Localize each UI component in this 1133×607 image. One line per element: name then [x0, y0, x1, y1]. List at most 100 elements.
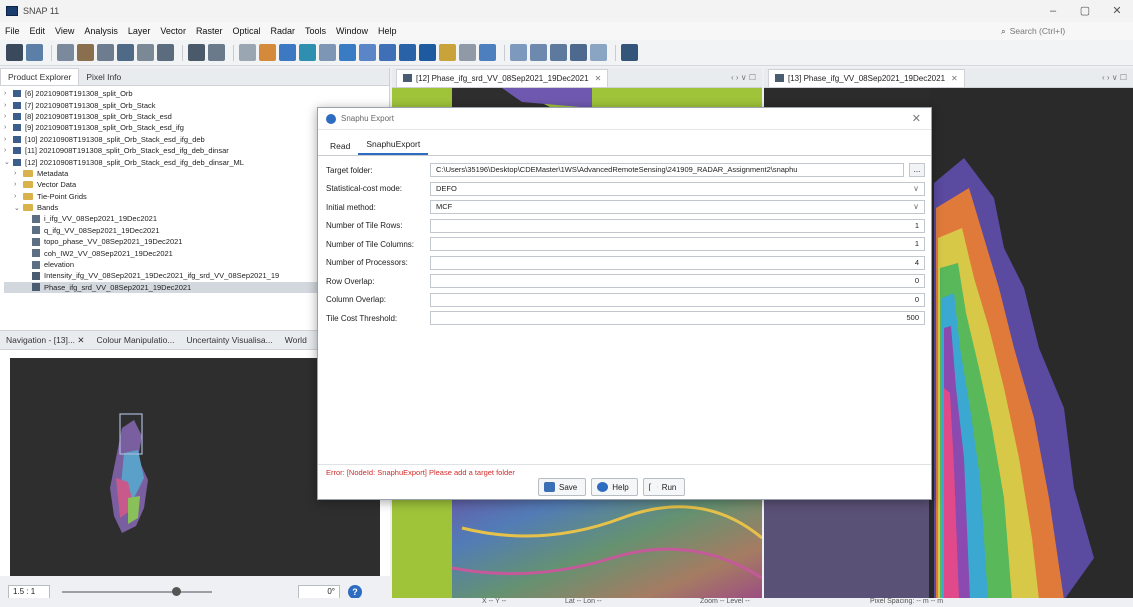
tile-horizontal-icon[interactable] [510, 44, 527, 61]
target-folder-field[interactable]: C:\Users\35196\Desktop\CDEMaster\1WS\Adv… [430, 163, 904, 178]
polygon-tool-icon[interactable] [359, 44, 376, 61]
menu-help[interactable]: Help [373, 26, 402, 36]
tile-single-icon[interactable] [570, 44, 587, 61]
gcp-icon[interactable] [188, 44, 205, 61]
tab-colour-manipulation[interactable]: Colour Manipulatio... [90, 332, 180, 348]
profile-plot-icon[interactable] [157, 44, 174, 61]
histogram-icon[interactable] [117, 44, 134, 61]
tile-columns-label: Number of Tile Columns: [326, 239, 415, 249]
pan-tool-icon[interactable] [259, 44, 276, 61]
search-input[interactable]: ⌕ Search (Ctrl+I) [1001, 24, 1121, 38]
minimize-button[interactable]: – [1037, 0, 1069, 22]
float-window-icon[interactable] [590, 44, 607, 61]
tab-uncertainty-visualisation[interactable]: Uncertainty Visualisa... [180, 332, 278, 348]
initial-method-select[interactable]: MCF ∨ [430, 200, 925, 215]
rotation-angle-field[interactable]: 0° [298, 584, 340, 599]
view-nav-controls[interactable]: ‹ › ∨ ☐ [1102, 73, 1127, 82]
tab-read[interactable]: Read [322, 138, 358, 155]
expand-arrow-icon[interactable]: › [4, 113, 13, 120]
collapse-arrow-icon[interactable]: ⌄ [14, 204, 23, 212]
menu-optical[interactable]: Optical [227, 26, 265, 36]
search-icon: ⌕ [1001, 25, 1006, 36]
layer-editor-icon[interactable] [459, 44, 476, 61]
menu-window[interactable]: Window [331, 26, 373, 36]
measure-icon[interactable] [479, 44, 496, 61]
expand-arrow-icon[interactable]: › [14, 193, 23, 200]
save-product-icon[interactable] [26, 44, 43, 61]
tile-columns-field[interactable]: 1 [430, 237, 925, 252]
tab-image-view-12[interactable]: [12] Phase_ifg_srd_VV_08Sep2021_19Dec202… [396, 68, 609, 87]
tab-world[interactable]: World [279, 332, 313, 348]
menu-tools[interactable]: Tools [300, 26, 331, 36]
statistics-icon[interactable] [97, 44, 114, 61]
collapse-arrow-icon[interactable]: ⌄ [4, 158, 13, 166]
tile-rows-field[interactable]: 1 [430, 218, 925, 233]
range-finder-icon[interactable] [439, 44, 456, 61]
slider-knob[interactable] [172, 586, 181, 596]
close-window-button[interactable]: ✕ [1101, 0, 1133, 22]
menu-view[interactable]: View [50, 26, 79, 36]
help-button[interactable]: Help [591, 478, 638, 496]
line-tool-icon[interactable] [339, 44, 356, 61]
toolbar-separator [51, 44, 52, 61]
view-nav-controls[interactable]: ‹ › ∨ ☐ [731, 73, 756, 82]
help-icon[interactable]: ? [348, 584, 362, 599]
row-overlap-field[interactable]: 0 [430, 274, 925, 289]
save-button[interactable]: Save [538, 478, 587, 496]
column-overlap-field[interactable]: 0 [430, 292, 925, 307]
tile-vertical-icon[interactable] [530, 44, 547, 61]
magic-wand-icon[interactable] [419, 44, 436, 61]
close-tab-icon[interactable]: ✕ [951, 74, 958, 83]
close-icon[interactable]: ✕ [912, 112, 921, 125]
close-tab-icon[interactable]: ✕ [595, 74, 602, 83]
browse-button[interactable]: ... [909, 163, 925, 178]
pin-tool-icon[interactable] [299, 44, 316, 61]
menu-layer[interactable]: Layer [123, 26, 156, 36]
ellipse-tool-icon[interactable] [399, 44, 416, 61]
tab-product-explorer[interactable]: Product Explorer [0, 68, 80, 85]
tab-navigation[interactable]: Navigation - [13]... ✕ [0, 332, 90, 349]
processors-field[interactable]: 4 [430, 255, 925, 270]
spectrum-icon[interactable] [77, 44, 94, 61]
expand-arrow-icon[interactable]: › [4, 124, 13, 131]
menu-raster[interactable]: Raster [191, 26, 228, 36]
expand-arrow-icon[interactable]: › [4, 136, 13, 143]
tree-item-label: topo_phase_VV_08Sep2021_19Dec2021 [44, 237, 183, 247]
scatter-plot-icon[interactable] [137, 44, 154, 61]
zoom-slider[interactable] [62, 586, 212, 596]
open-product-icon[interactable] [6, 44, 23, 61]
expand-arrow-icon[interactable]: › [4, 147, 13, 154]
expand-arrow-icon[interactable]: › [4, 102, 13, 109]
tree-item-product[interactable]: › [6] 20210908T191308_split_Orb [4, 88, 389, 99]
sync-views-icon[interactable] [621, 44, 638, 61]
expand-arrow-icon[interactable]: › [14, 170, 23, 177]
expand-arrow-icon[interactable]: › [14, 181, 23, 188]
dialog-title-bar[interactable]: Snaphu Export ✕ [318, 108, 931, 130]
menu-vector[interactable]: Vector [155, 26, 191, 36]
run-button[interactable]: Run [642, 478, 686, 496]
tab-snaphu-export[interactable]: SnaphuExport [358, 136, 429, 155]
zoom-factor-field[interactable]: 1.5 : 1 [8, 584, 50, 599]
graph-builder-icon[interactable] [208, 44, 225, 61]
band-maths-icon[interactable] [57, 44, 74, 61]
dialog-divider [318, 464, 931, 465]
menu-edit[interactable]: Edit [25, 26, 51, 36]
tile-cost-field[interactable]: 500 [430, 311, 925, 326]
search-placeholder: Search (Ctrl+I) [1009, 26, 1066, 36]
tree-item-label: coh_IW2_VV_08Sep2021_19Dec2021 [44, 248, 173, 258]
select-tool-icon[interactable] [239, 44, 256, 61]
zoom-tool-icon[interactable] [279, 44, 296, 61]
rectangle-tool-icon[interactable] [379, 44, 396, 61]
maximize-button[interactable]: ▢ [1069, 0, 1101, 22]
menu-analysis[interactable]: Analysis [79, 26, 123, 36]
tab-pixel-info[interactable]: Pixel Info [79, 69, 128, 85]
image-view-title: [13] Phase_ifg_VV_08Sep2021_19Dec2021 [788, 73, 946, 83]
chevron-down-icon: ∨ [913, 202, 919, 212]
tab-image-view-13[interactable]: [13] Phase_ifg_VV_08Sep2021_19Dec2021 ✕ [768, 68, 965, 87]
cost-mode-select[interactable]: DEFO ∨ [430, 181, 925, 196]
gcp-tool-icon[interactable] [319, 44, 336, 61]
menu-file[interactable]: File [0, 26, 25, 36]
expand-arrow-icon[interactable]: › [4, 90, 13, 97]
menu-radar[interactable]: Radar [265, 26, 300, 36]
tile-evenly-icon[interactable] [550, 44, 567, 61]
